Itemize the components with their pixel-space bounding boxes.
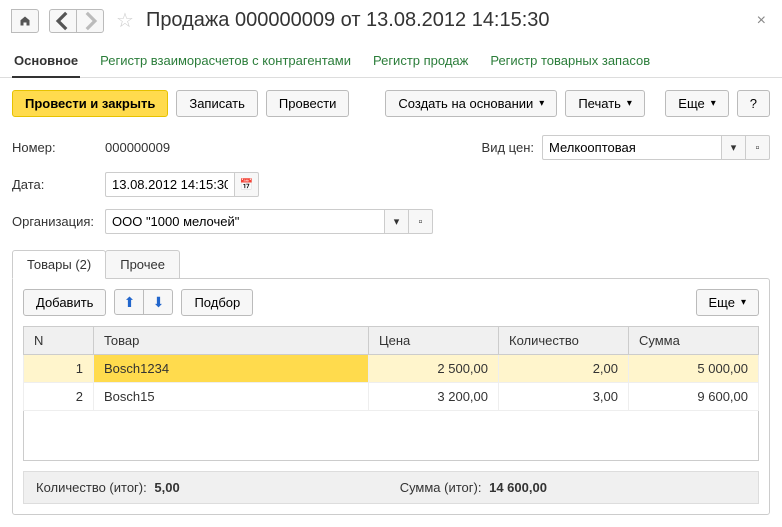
qty-total-label: Количество (итог): [36, 480, 147, 495]
page-title: Продажа 000000009 от 13.08.2012 14:15:30 [146, 9, 747, 32]
home-button[interactable] [11, 9, 39, 33]
print-button[interactable]: Печать [565, 90, 645, 117]
move-down-button[interactable]: ⬇ [143, 289, 173, 315]
tab-sales[interactable]: Регистр продаж [371, 45, 470, 77]
post-button[interactable]: Провести [266, 90, 350, 117]
calendar-icon[interactable]: 📅 [235, 172, 259, 197]
tab-stock[interactable]: Регистр товарных запасов [488, 45, 652, 77]
date-label: Дата: [12, 177, 97, 192]
qty-total-value: 5,00 [154, 480, 179, 495]
tab-settlements[interactable]: Регистр взаиморасчетов с контрагентами [98, 45, 353, 77]
col-price[interactable]: Цена [369, 327, 499, 355]
price-type-dropdown[interactable]: ▾ [722, 135, 746, 160]
add-row-button[interactable]: Добавить [23, 289, 106, 316]
goods-table: N Товар Цена Количество Сумма 1 Bosch123… [23, 326, 759, 461]
help-button[interactable]: ? [737, 90, 770, 117]
col-item[interactable]: Товар [94, 327, 369, 355]
sum-total-value: 14 600,00 [489, 480, 547, 495]
nav-back-button[interactable] [49, 9, 77, 33]
org-open[interactable]: ▫ [409, 209, 433, 234]
table-row[interactable]: 1 Bosch1234 2 500,00 2,00 5 000,00 [24, 355, 759, 383]
save-button[interactable]: Записать [176, 90, 258, 117]
more-button[interactable]: Еще [665, 90, 728, 117]
favorite-star-icon[interactable]: ☆ [116, 8, 134, 33]
price-type-input[interactable] [542, 135, 722, 160]
nav-forward-button[interactable] [76, 9, 104, 33]
org-label: Организация: [12, 214, 97, 229]
move-up-button[interactable]: ⬆ [114, 289, 144, 315]
sum-total-label: Сумма (итог): [400, 480, 482, 495]
close-button[interactable]: × [753, 12, 770, 30]
subtab-goods[interactable]: Товары (2) [12, 250, 106, 279]
subtab-other[interactable]: Прочее [105, 250, 180, 279]
date-input[interactable] [105, 172, 235, 197]
price-type-label: Вид цен: [482, 140, 534, 155]
number-label: Номер: [12, 140, 97, 155]
col-n[interactable]: N [24, 327, 94, 355]
create-based-button[interactable]: Создать на основании [385, 90, 557, 117]
org-dropdown[interactable]: ▾ [385, 209, 409, 234]
col-qty[interactable]: Количество [499, 327, 629, 355]
select-items-button[interactable]: Подбор [181, 289, 253, 316]
number-value: 000000009 [105, 140, 215, 155]
org-input[interactable] [105, 209, 385, 234]
col-sum[interactable]: Сумма [629, 327, 759, 355]
panel-more-button[interactable]: Еще [696, 289, 759, 316]
post-and-close-button[interactable]: Провести и закрыть [12, 90, 168, 117]
table-row[interactable]: 2 Bosch15 3 200,00 3,00 9 600,00 [24, 383, 759, 411]
price-type-open[interactable]: ▫ [746, 135, 770, 160]
tab-main[interactable]: Основное [12, 45, 80, 78]
totals-bar: Количество (итог): 5,00 Сумма (итог): 14… [23, 471, 759, 504]
